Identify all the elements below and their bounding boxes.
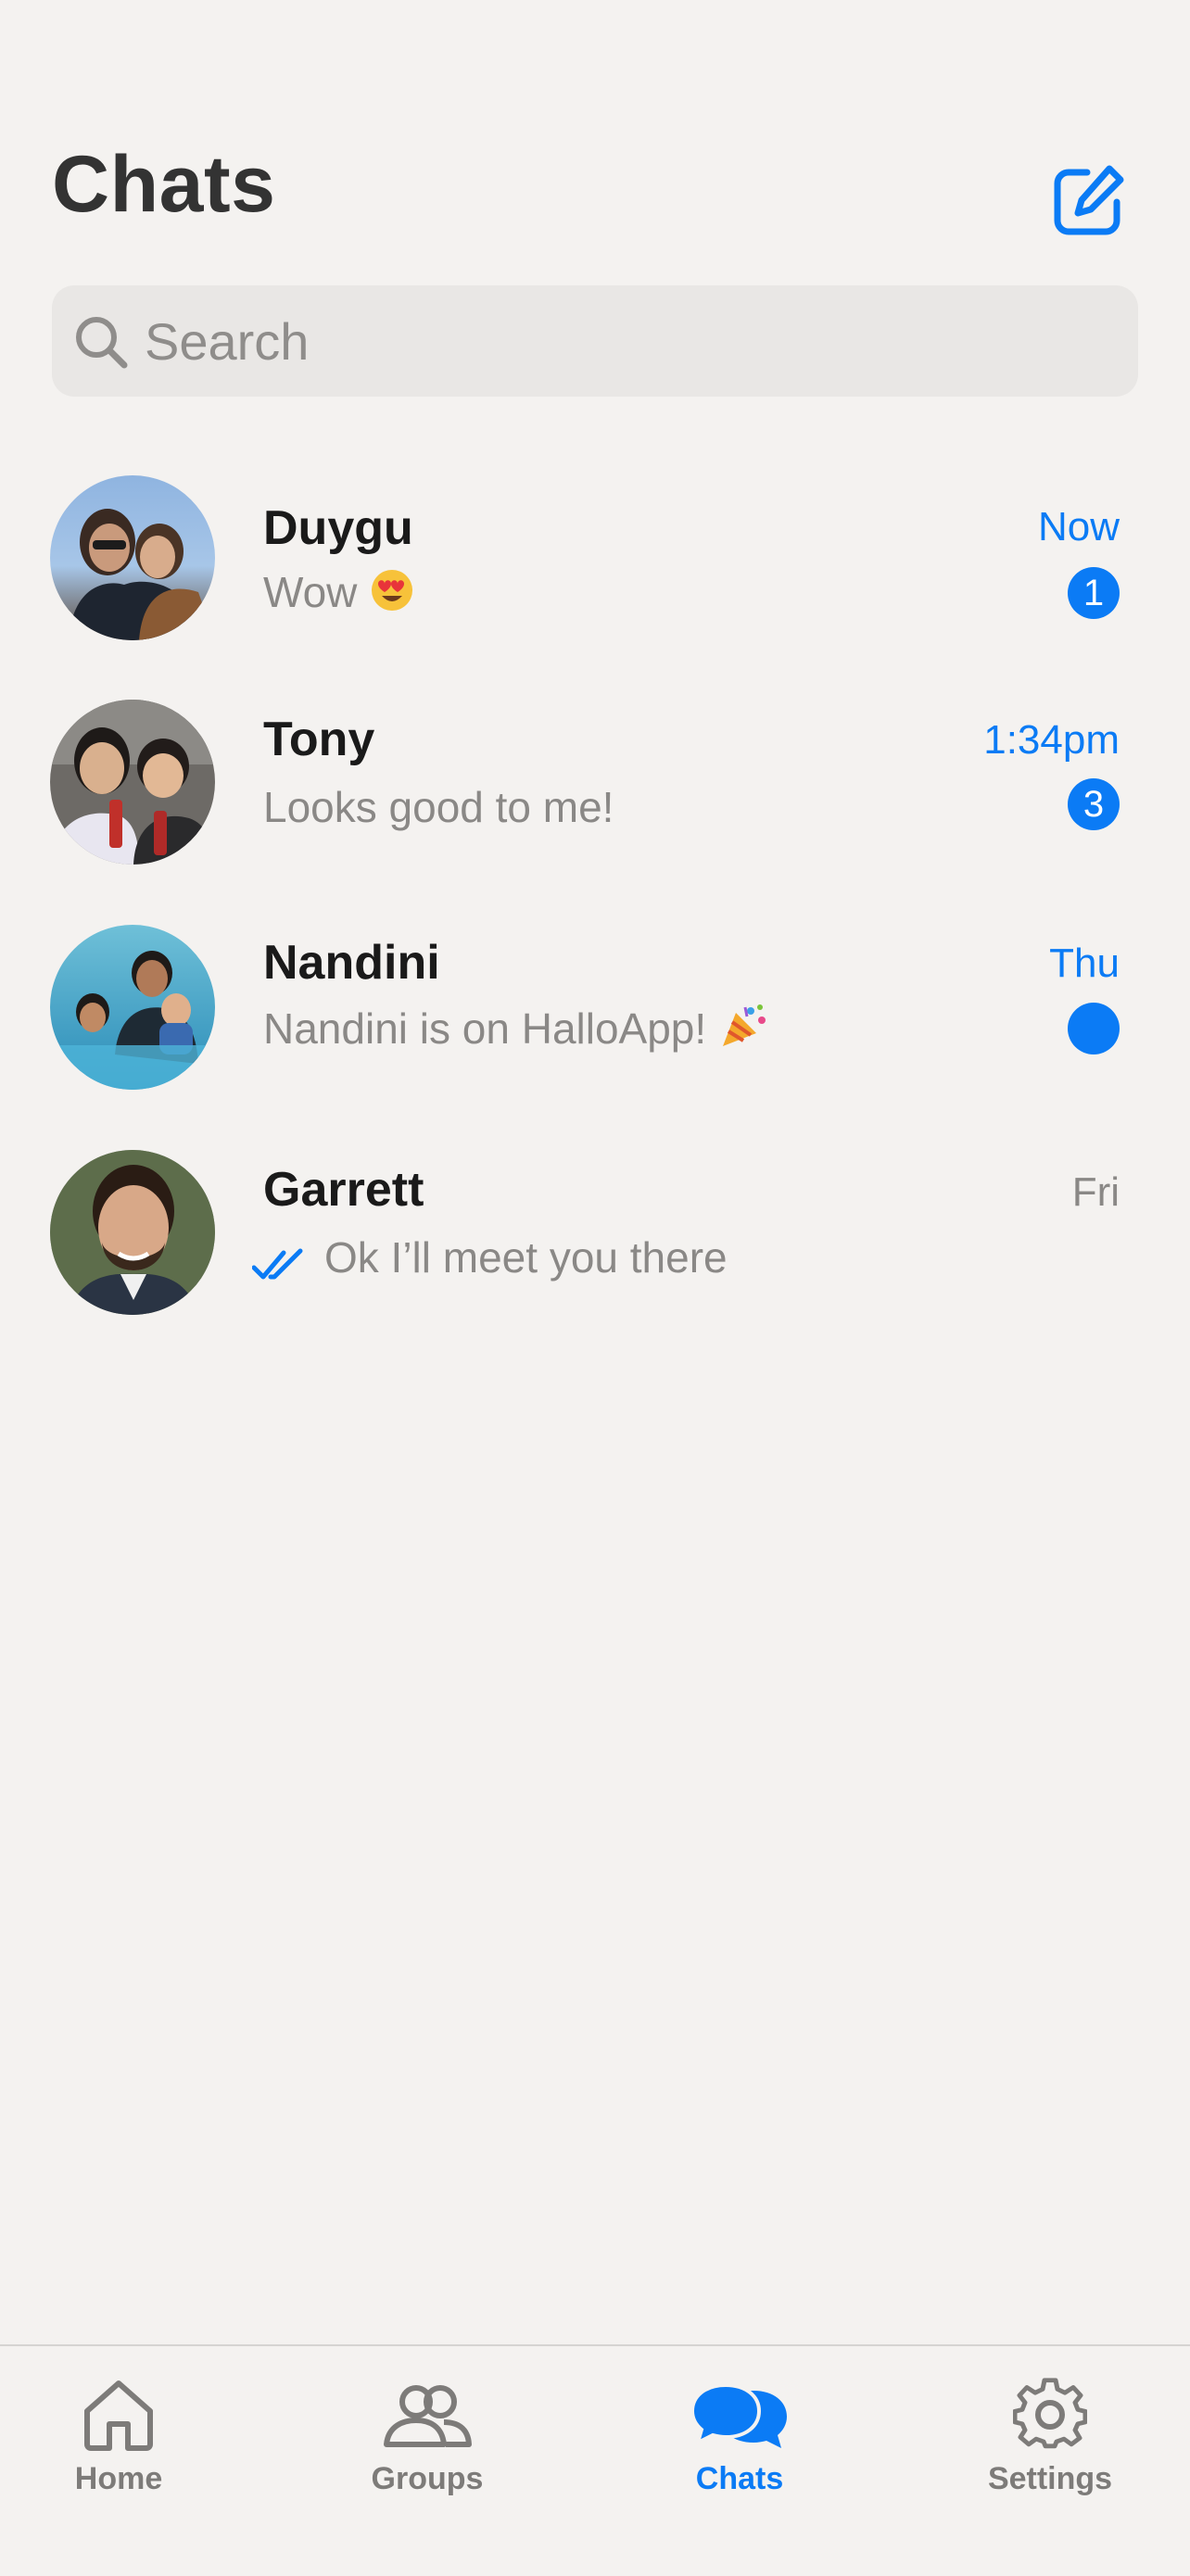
chat-name: Duygu <box>263 501 413 555</box>
unread-badge: 3 <box>1068 778 1120 830</box>
tab-home[interactable]: Home <box>3 2346 234 2532</box>
tab-label: Chats <box>695 2461 784 2496</box>
chat-row-tony[interactable]: Tony Looks good to me! 1:34pm 3 <box>0 678 1190 882</box>
search-icon <box>76 317 128 369</box>
chat-time: Now <box>1037 504 1120 549</box>
chat-name: Tony <box>263 713 375 766</box>
chat-row-nandini[interactable]: Nandini Nandini is on HalloApp! Thu <box>0 903 1190 1107</box>
tab-label: Home <box>74 2461 163 2496</box>
avatar-photo <box>50 925 215 1090</box>
chat-preview: Wow <box>263 567 414 623</box>
search-bar[interactable] <box>52 285 1138 397</box>
unread-dot <box>1068 1003 1120 1054</box>
avatar <box>50 700 215 865</box>
tab-label: Groups <box>371 2461 484 2496</box>
compose-button[interactable] <box>1050 163 1126 239</box>
tab-bar: Home Groups Chats Settings <box>0 2344 1190 2576</box>
chat-name: Garrett <box>263 1163 424 1217</box>
avatar <box>50 925 215 1090</box>
double-check-icon <box>252 1248 303 1280</box>
unread-badge: 1 <box>1068 567 1120 619</box>
tab-chats[interactable]: Chats <box>624 2346 855 2532</box>
chats-icon <box>690 2382 787 2448</box>
party-popper-emoji <box>719 1004 769 1060</box>
chat-preview-text: Nandini is on HalloApp! <box>263 1004 707 1053</box>
tab-label: Settings <box>987 2461 1113 2496</box>
page-title: Chats <box>52 140 276 229</box>
tab-settings[interactable]: Settings <box>934 2346 1166 2532</box>
chat-time: 1:34pm <box>983 717 1120 763</box>
chat-preview: Nandini is on HalloApp! <box>263 1004 769 1060</box>
chat-name: Nandini <box>263 936 440 990</box>
chat-preview: Ok I’ll meet you there <box>324 1233 728 1282</box>
chat-row-duygu[interactable]: Duygu Wow Now 1 <box>0 454 1190 658</box>
tab-groups[interactable]: Groups <box>311 2346 543 2532</box>
groups-icon <box>384 2385 472 2447</box>
heart-eyes-emoji <box>370 568 414 623</box>
avatar <box>50 1150 215 1315</box>
chats-screen: Chats Search Duygu Wow Now 1 Tony Looks … <box>0 0 1190 2576</box>
avatar <box>50 475 215 640</box>
chat-preview-text: Wow <box>263 568 358 616</box>
avatar-photo <box>50 1150 215 1315</box>
home-icon <box>84 2380 153 2451</box>
avatar-photo <box>50 700 215 865</box>
chat-row-garrett[interactable]: Garrett Ok I’ll meet you there Fri <box>0 1129 1190 1332</box>
chat-preview: Looks good to me! <box>263 783 614 831</box>
compose-icon <box>1054 165 1124 235</box>
search-input[interactable] <box>145 285 1108 397</box>
avatar-photo <box>50 475 215 640</box>
chat-time: Thu <box>1049 941 1120 986</box>
chat-time: Fri <box>1071 1169 1120 1215</box>
settings-icon <box>1013 2378 1087 2449</box>
